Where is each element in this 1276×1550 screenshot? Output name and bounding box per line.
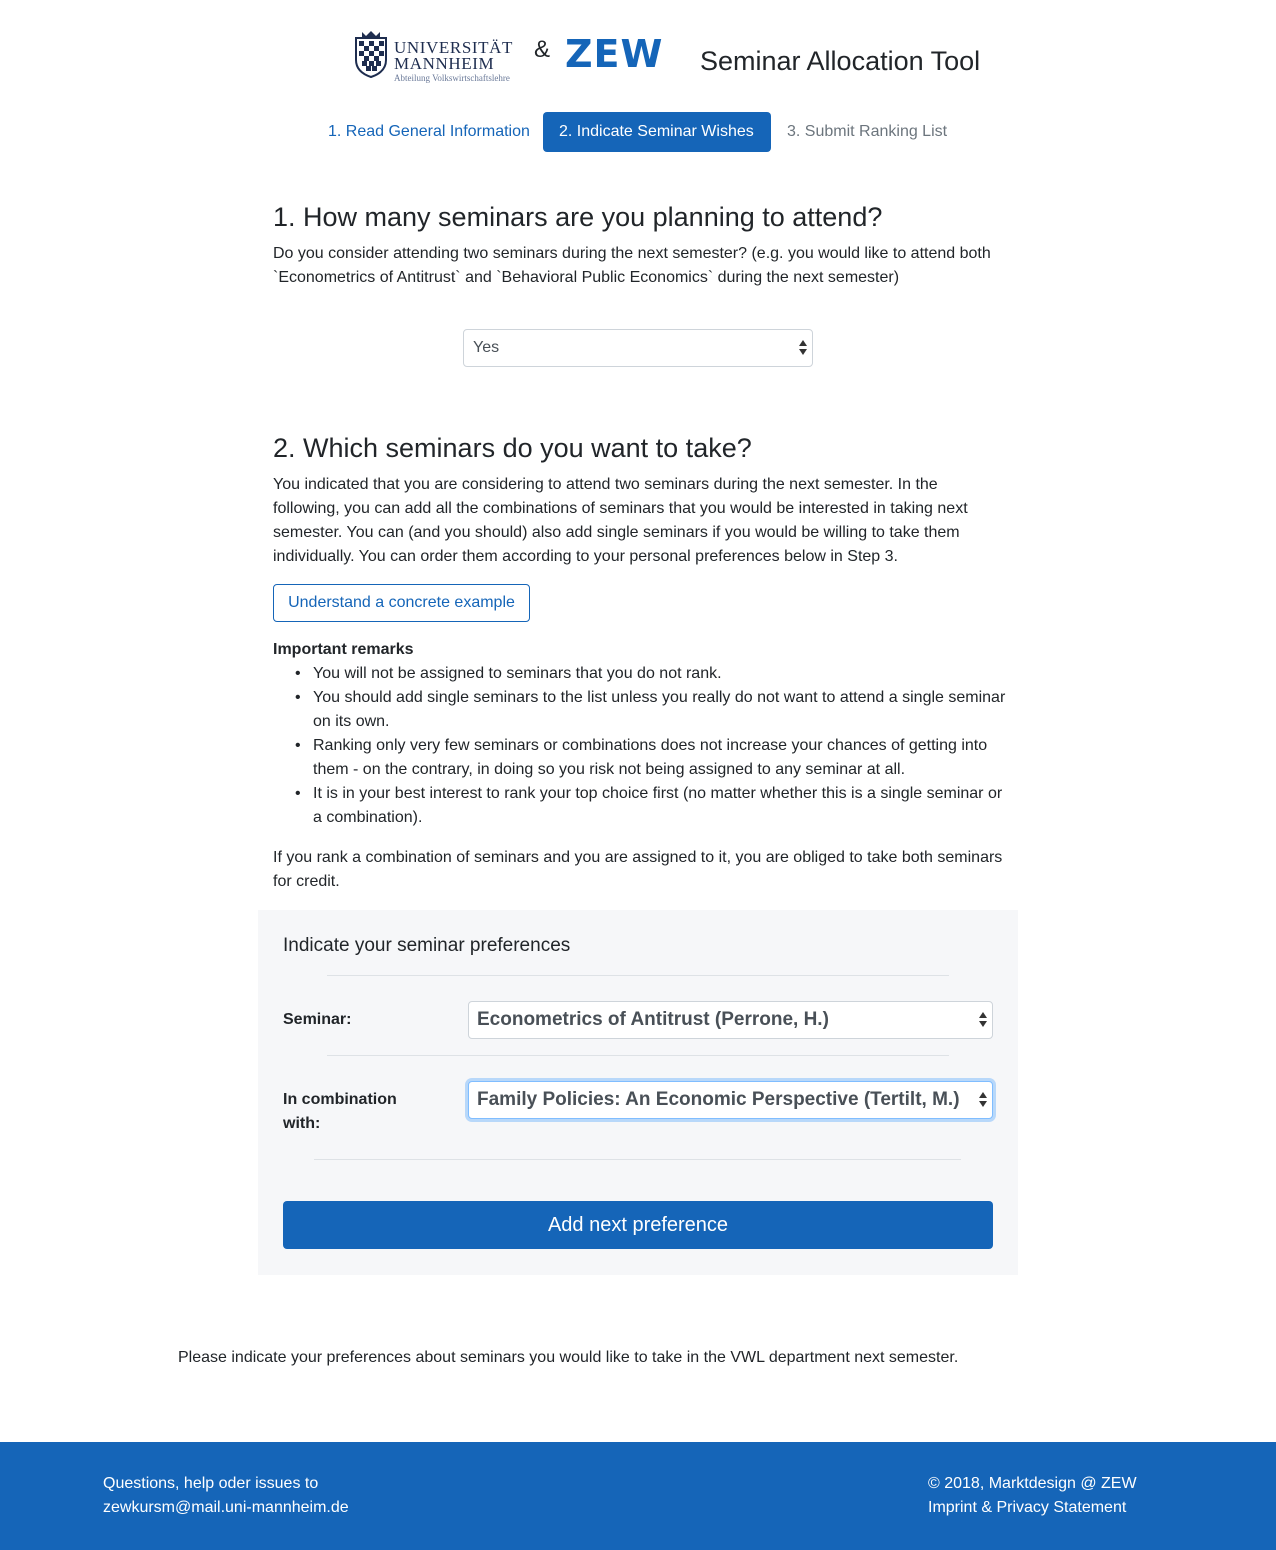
combination-select[interactable]: Family Policies: An Economic Perspective… xyxy=(468,1081,993,1119)
remark-item: It is in your best interest to rank your… xyxy=(273,782,1013,830)
remark-item: Ranking only very few seminars or combin… xyxy=(273,734,1013,782)
select-arrows-icon xyxy=(979,1012,987,1028)
remarks-title: Important remarks xyxy=(273,641,414,658)
section1-text: Do you consider attending two seminars d… xyxy=(273,245,991,286)
obliged-text: If you rank a combination of seminars an… xyxy=(273,849,1003,890)
logo-ampersand: & xyxy=(534,36,551,63)
remarks-list: You will not be assigned to seminars tha… xyxy=(273,662,1013,830)
footer-help: Questions, help oder issues to zewkursm@… xyxy=(103,1472,349,1520)
section2-text: You indicated that you are considering t… xyxy=(273,476,968,565)
footer-note: Please indicate your preferences about s… xyxy=(178,1349,959,1366)
crest-icon xyxy=(355,31,387,78)
help-text: Questions, help oder issues to xyxy=(103,1475,319,1492)
step-indicate-seminar-wishes[interactable]: 2. Indicate Seminar Wishes xyxy=(543,112,771,152)
section1-title: 1. How many seminars are you planning to… xyxy=(273,202,883,232)
step-read-general-information[interactable]: 1. Read General Information xyxy=(312,112,546,152)
preferences-title: Indicate your seminar preferences xyxy=(283,935,571,956)
app-title: Seminar Allocation Tool xyxy=(700,46,981,76)
two-seminars-select[interactable]: Yes xyxy=(463,329,813,367)
concrete-example-button[interactable]: Understand a concrete example xyxy=(273,584,530,622)
zew-logo[interactable]: ZEW xyxy=(565,32,663,76)
uni-logo-line3: Abteilung Volkswirtschaftslehre xyxy=(394,73,510,83)
divider xyxy=(327,1055,949,1056)
combination-select-value: Family Policies: An Economic Perspective… xyxy=(477,1089,960,1110)
preferences-card: Indicate your seminar preferences Semina… xyxy=(258,910,1018,1275)
remark-item: You should add single seminars to the li… xyxy=(273,686,1013,734)
header: UNIVERSITÄT MANNHEIM Abteilung Volkswirt… xyxy=(0,28,1276,88)
step-submit-ranking-list: 3. Submit Ranking List xyxy=(787,123,948,140)
copyright-text: © 2018, Marktdesign @ ZEW xyxy=(928,1475,1137,1492)
support-email-link[interactable]: zewkursm@mail.uni-mannheim.de xyxy=(103,1496,349,1520)
seminar-select-value: Econometrics of Antitrust (Perrone, H.) xyxy=(477,1009,829,1030)
steps-nav: 1. Read General Information 2. Indicate … xyxy=(0,112,1276,152)
divider xyxy=(327,975,949,976)
seminar-select[interactable]: Econometrics of Antitrust (Perrone, H.) xyxy=(468,1001,993,1039)
section2-title: 2. Which seminars do you want to take? xyxy=(273,433,752,463)
select-arrows-icon xyxy=(979,1092,987,1108)
uni-logo-line2: MANNHEIM xyxy=(394,54,495,73)
add-next-preference-button[interactable]: Add next preference xyxy=(283,1201,993,1249)
two-seminars-select-value: Yes xyxy=(473,339,500,356)
university-mannheim-logo[interactable]: UNIVERSITÄT MANNHEIM Abteilung Volkswirt… xyxy=(352,30,522,84)
select-arrows-icon xyxy=(799,340,807,356)
footer-legal: © 2018, Marktdesign @ ZEW Imprint & Priv… xyxy=(928,1472,1137,1520)
imprint-link[interactable]: Imprint & Privacy Statement xyxy=(928,1496,1137,1520)
remark-item: You will not be assigned to seminars tha… xyxy=(273,662,1013,686)
seminar-label: Seminar: xyxy=(283,1011,352,1028)
combination-label: In combination with: xyxy=(283,1091,397,1132)
divider xyxy=(314,1159,961,1160)
footer: Questions, help oder issues to zewkursm@… xyxy=(0,1442,1276,1550)
